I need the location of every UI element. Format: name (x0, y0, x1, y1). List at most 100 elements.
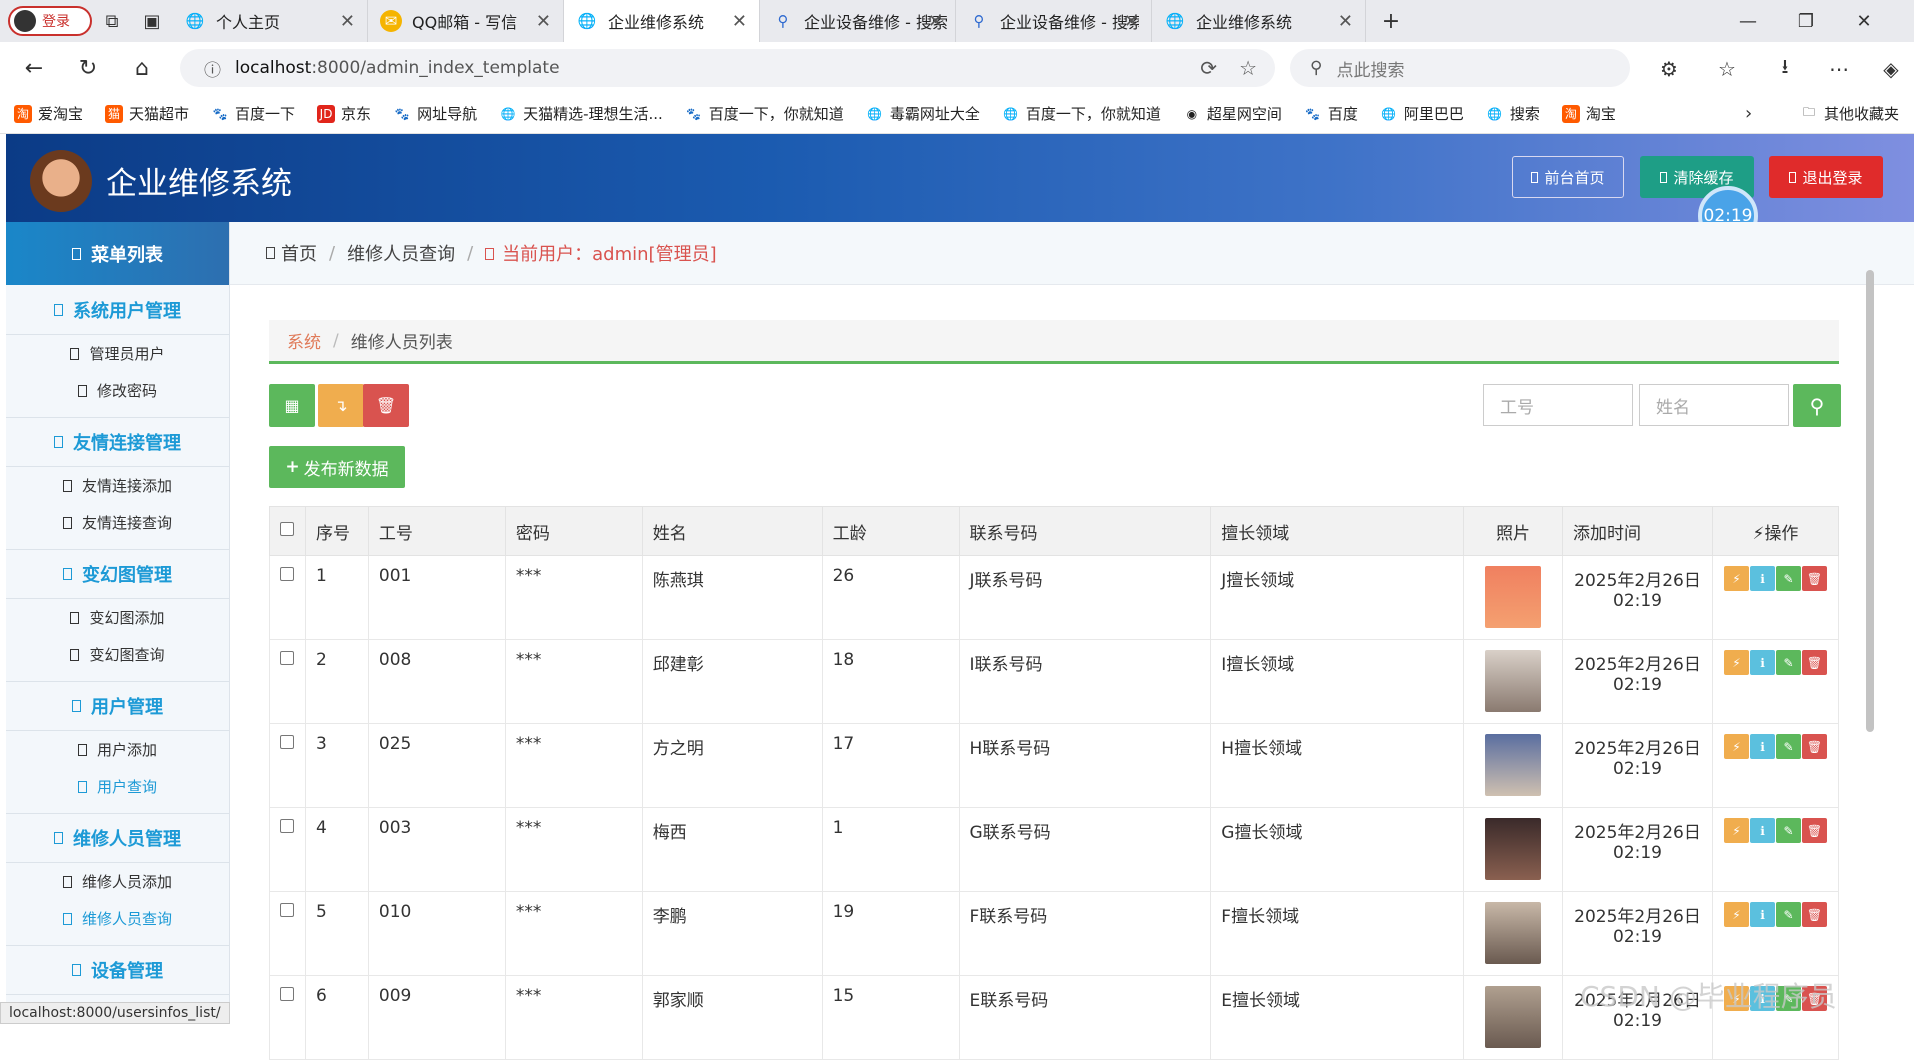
copilot-icon[interactable]: ◈ (1874, 52, 1908, 86)
row-checkbox[interactable] (280, 651, 295, 665)
edit-icon[interactable]: ✎ (1775, 734, 1801, 759)
batch-delete-button[interactable]: 🗑 (363, 384, 409, 427)
close-icon[interactable]: ✕ (1338, 11, 1353, 32)
web-search-field[interactable]: ⚲ 点此搜索 (1290, 49, 1630, 87)
favorite-star-icon[interactable]: ☆ (1239, 56, 1257, 80)
sidebar-group-system-users[interactable]: 系统用户管理 (6, 285, 229, 335)
read-aloud-icon[interactable]: ⟳ (1200, 56, 1217, 80)
downloads-icon[interactable]: ⭳ (1768, 52, 1802, 86)
sidebar-item-change-password[interactable]: 修改密码 (6, 372, 229, 409)
close-icon[interactable]: ✕ (1124, 11, 1139, 32)
info-icon[interactable]: ℹ (1749, 902, 1775, 927)
add-new-button[interactable]: + 发布新数据 (269, 446, 405, 488)
sidebar-group-users[interactable]: 用户管理 (6, 681, 229, 731)
refresh-icon[interactable]: ↻ (68, 48, 108, 88)
front-home-button[interactable]: 前台首页 (1512, 156, 1624, 198)
row-checkbox[interactable] (280, 987, 295, 1001)
bolt-icon[interactable]: ⚡ (1723, 566, 1749, 591)
minimize-icon[interactable]: — (1720, 0, 1776, 42)
bookmark-item[interactable]: 🌐 天猫精选-理想生活... (499, 103, 663, 124)
close-icon[interactable]: ✕ (928, 11, 943, 32)
close-icon[interactable]: ✕ (340, 11, 355, 32)
breadcrumb-home[interactable]: 首页 (281, 240, 317, 266)
bookmark-item[interactable]: 🌐 搜索 (1486, 103, 1540, 124)
bookmark-item[interactable]: 🐾 百度一下 (211, 103, 296, 124)
extensions-icon[interactable]: ⚙ (1652, 52, 1686, 86)
staff-photo[interactable] (1485, 650, 1542, 712)
tab-qqmail[interactable]: ✉ QQ邮箱 - 写信 ✕ (368, 0, 564, 42)
row-checkbox[interactable] (280, 735, 295, 749)
sidebar-group-banner[interactable]: 变幻图管理 (6, 549, 229, 599)
info-icon[interactable]: ℹ (1749, 566, 1775, 591)
sidebar-item-staff-add[interactable]: 维修人员添加 (6, 863, 229, 900)
trash-icon[interactable]: 🗑 (1801, 818, 1827, 843)
sidebar-item-link-query[interactable]: 友情连接查询 (6, 504, 229, 541)
tab-repair-system[interactable]: 🌐 企业维修系统 ✕ (564, 0, 760, 42)
edit-icon[interactable]: ✎ (1775, 818, 1801, 843)
bolt-icon[interactable]: ⚡ (1723, 818, 1749, 843)
search-button[interactable]: ⚲ (1793, 384, 1841, 427)
panel-crumb-system[interactable]: 系统 (287, 328, 321, 353)
trash-icon[interactable]: 🗑 (1801, 566, 1827, 591)
close-icon[interactable]: ✕ (536, 11, 551, 32)
sidebar-item-link-add[interactable]: 友情连接添加 (6, 467, 229, 504)
row-checkbox[interactable] (280, 567, 295, 581)
close-icon[interactable]: ✕ (732, 11, 747, 32)
scrollbar-thumb[interactable] (1866, 270, 1874, 732)
job-no-input[interactable]: 工号 (1483, 384, 1633, 426)
staff-photo[interactable] (1485, 818, 1542, 880)
window-close-icon[interactable]: ✕ (1836, 0, 1892, 42)
bookmark-item[interactable]: 🐾 网址导航 (393, 103, 478, 124)
sidebar-item-admin-users[interactable]: 管理员用户 (6, 335, 229, 372)
profile-login-button[interactable]: 登录 (8, 6, 92, 36)
bookmark-item[interactable]: 猫天猫超市 (105, 103, 189, 124)
sidebar-item-staff-query[interactable]: 维修人员查询 (6, 900, 229, 937)
info-icon[interactable]: ℹ (1749, 650, 1775, 675)
sidebar-group-links[interactable]: 友情连接管理 (6, 417, 229, 467)
trash-icon[interactable]: 🗑 (1801, 650, 1827, 675)
row-checkbox[interactable] (280, 903, 295, 917)
info-icon[interactable]: ℹ (1749, 734, 1775, 759)
bookmark-item[interactable]: 🌐 百度一下，你就知道 (1002, 103, 1161, 124)
name-input[interactable]: 姓名 (1639, 384, 1789, 426)
bolt-icon[interactable]: ⚡ (1723, 650, 1749, 675)
tab-actions-icon[interactable]: ▣ (132, 11, 172, 32)
url-field[interactable]: ⓘ localhost:8000/admin_index_template ⟳ … (180, 49, 1275, 87)
import-button[interactable]: ↴ (318, 384, 364, 427)
edit-icon[interactable]: ✎ (1775, 566, 1801, 591)
bolt-icon[interactable]: ⚡ (1723, 902, 1749, 927)
workspaces-icon[interactable]: ⧉ (92, 11, 132, 32)
staff-photo[interactable] (1485, 734, 1542, 796)
favorites-icon[interactable]: ☆ (1710, 52, 1744, 86)
sidebar-item-user-query[interactable]: 用户查询 (6, 768, 229, 805)
staff-photo[interactable] (1485, 566, 1542, 628)
bookmark-item[interactable]: JD 京东 (317, 103, 371, 124)
tab-personal-home[interactable]: 🌐 个人主页 ✕ (172, 0, 368, 42)
tab-repair-system-2[interactable]: 🌐 企业维修系统 ✕ (1152, 0, 1366, 42)
bookmark-item[interactable]: 🐾 百度 (1304, 103, 1358, 124)
more-icon[interactable]: ⋯ (1822, 52, 1856, 86)
tab-search-2[interactable]: ⚲ 企业设备维修 - 搜索 图片 ✕ (956, 0, 1152, 42)
back-icon[interactable]: ← (14, 48, 54, 88)
export-excel-button[interactable]: ▦ (269, 384, 315, 427)
row-checkbox[interactable] (280, 819, 295, 833)
bookmark-item[interactable]: 🐾 百度一下，你就知道 (685, 103, 844, 124)
bookmark-item[interactable]: 淘淘宝 (1561, 103, 1616, 124)
chevron-right-icon[interactable]: › (1745, 103, 1752, 124)
sidebar-item-banner-query[interactable]: 变幻图查询 (6, 636, 229, 673)
info-icon[interactable]: ⓘ (204, 56, 221, 81)
info-icon[interactable]: ℹ (1749, 818, 1775, 843)
sidebar-item-banner-add[interactable]: 变幻图添加 (6, 599, 229, 636)
sidebar-group-equipment[interactable]: 设备管理 (6, 945, 229, 995)
select-all-checkbox[interactable] (280, 522, 295, 536)
bookmark-item[interactable]: 淘爱淘宝 (14, 103, 83, 124)
bolt-icon[interactable]: ⚡ (1723, 734, 1749, 759)
bookmark-item[interactable]: 🌐 毒霸网址大全 (866, 103, 980, 124)
staff-photo[interactable] (1485, 902, 1542, 964)
bookmark-item[interactable]: 🌐 阿里巴巴 (1380, 103, 1464, 124)
trash-icon[interactable]: 🗑 (1801, 734, 1827, 759)
sidebar-item-user-add[interactable]: 用户添加 (6, 731, 229, 768)
trash-icon[interactable]: 🗑 (1801, 902, 1827, 927)
home-icon[interactable]: ⌂ (122, 48, 162, 88)
bookmark-item[interactable]: ◉ 超星网空间 (1183, 103, 1282, 124)
